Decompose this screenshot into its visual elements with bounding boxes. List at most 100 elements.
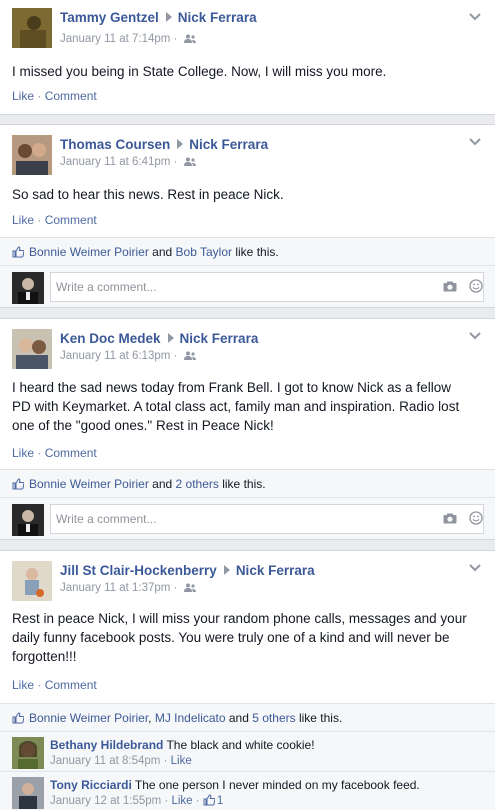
meta-separator: · (170, 582, 181, 594)
viewer-avatar (12, 272, 44, 304)
likes-summary: Bonnie Weimer Poirier and Bob Taylor lik… (0, 237, 495, 265)
author-avatar[interactable] (12, 8, 52, 48)
meta-separator: · (170, 33, 181, 45)
comment-item: Bethany Hildebrand The black and white c… (0, 731, 495, 771)
thumbs-up-icon (203, 794, 215, 806)
post-timestamp[interactable]: January 11 at 6:13pm (60, 350, 170, 362)
liker-name[interactable]: Bonnie Weimer Poirier (29, 245, 149, 259)
comment-meta-separator: · (161, 795, 172, 807)
comment-like-link[interactable]: Like (171, 795, 192, 807)
comment-link[interactable]: Comment (45, 678, 97, 692)
target-name[interactable]: Nick Ferrara (178, 10, 257, 25)
like-link[interactable]: Like (12, 446, 34, 460)
comment-link[interactable]: Comment (45, 446, 97, 460)
friends-audience-icon[interactable] (183, 34, 196, 43)
author-avatar[interactable] (12, 561, 52, 601)
comment-text: The one person I never minded on my face… (131, 778, 420, 792)
chevron-down-icon[interactable] (469, 332, 481, 340)
post-text-line: PD with Keymarket. A total class act, fa… (12, 399, 460, 414)
post-text: I missed you being in State College. Now… (12, 64, 387, 79)
post-text-line: I heard the sad news today from Frank Be… (12, 380, 451, 395)
friends-audience-icon[interactable] (183, 351, 196, 360)
commenter-avatar[interactable] (12, 737, 44, 769)
commenter-avatar[interactable] (12, 777, 44, 809)
post-card: Tammy Gentzel Nick Ferrara January 11 at … (0, 0, 495, 115)
action-separator: · (34, 446, 45, 460)
likes-conjunction: and (148, 245, 176, 259)
thumbs-up-icon (12, 712, 24, 724)
chevron-down-icon[interactable] (469, 564, 481, 572)
author-avatar[interactable] (12, 329, 52, 369)
target-name[interactable]: Nick Ferrara (189, 137, 268, 152)
comment-input[interactable]: Write a comment... (50, 504, 484, 534)
post-text: I heard the sad news today from Frank Be… (12, 378, 487, 435)
comment-meta-separator: · (160, 755, 171, 767)
post-card: Ken Doc Medek Nick Ferrara January 11 at … (0, 318, 495, 540)
like-link[interactable]: Like (12, 89, 34, 103)
arrow-right-icon (177, 139, 184, 149)
thumbs-up-icon (12, 246, 24, 258)
chevron-down-icon[interactable] (469, 13, 481, 21)
comment-timestamp[interactable]: January 11 at 8:54pm (50, 755, 160, 767)
like-link[interactable]: Like (12, 213, 34, 227)
post-card: Jill St Clair-Hockenberry Nick Ferrara Ja… (0, 550, 495, 810)
like-link[interactable]: Like (12, 678, 34, 692)
likes-suffix: like this. (295, 711, 343, 725)
action-separator: · (34, 89, 45, 103)
post-timestamp[interactable]: January 11 at 7:14pm (60, 33, 170, 45)
friends-audience-icon[interactable] (183, 583, 196, 592)
likes-suffix: like this. (232, 245, 279, 259)
arrow-right-icon (167, 333, 174, 343)
liker-name[interactable]: Bob Taylor (176, 245, 232, 259)
comment-link[interactable]: Comment (45, 89, 97, 103)
post-text-line: daily funny facebook posts. You were tru… (12, 630, 450, 645)
commenter-name[interactable]: Bethany Hildebrand (50, 738, 163, 752)
comment-text: The black and white cookie! (163, 738, 315, 752)
likes-others-link[interactable]: 5 others (252, 711, 295, 725)
comment-input[interactable]: Write a comment... (50, 272, 484, 302)
comment-composer: Write a comment... (0, 497, 495, 539)
author-name[interactable]: Jill St Clair-Hockenberry (60, 563, 217, 578)
post-timestamp[interactable]: January 11 at 6:41pm (60, 156, 170, 168)
comment-meta-separator: · (192, 795, 203, 807)
post-text: So sad to hear this news. Rest in peace … (12, 187, 284, 202)
likes-summary: Bonnie Weimer Poirier, MJ Indelicato and… (0, 703, 495, 731)
likes-comma: , (148, 711, 155, 725)
target-name[interactable]: Nick Ferrara (180, 331, 259, 346)
action-separator: · (34, 213, 45, 227)
emoji-icon[interactable] (469, 279, 483, 293)
author-name[interactable]: Thomas Coursen (60, 137, 170, 152)
author-name[interactable]: Ken Doc Medek (60, 331, 161, 346)
commenter-name[interactable]: Tony Ricciardi (50, 778, 132, 792)
chevron-down-icon[interactable] (469, 138, 481, 146)
likes-others-link[interactable]: 2 others (176, 477, 219, 491)
thumbs-up-icon (12, 478, 24, 490)
post-text-line: Rest in peace Nick, I will miss your ran… (12, 611, 467, 626)
arrow-right-icon (223, 565, 230, 575)
likes-suffix: like this. (218, 477, 266, 491)
liker-name[interactable]: Bonnie Weimer Poirier (29, 477, 149, 491)
liker-name[interactable]: Bonnie Weimer Poirier (29, 711, 148, 725)
target-name[interactable]: Nick Ferrara (236, 563, 315, 578)
liker-name[interactable]: MJ Indelicato (155, 711, 226, 725)
action-separator: · (34, 678, 45, 692)
post-text-line: forgotten!!! (12, 649, 77, 664)
likes-summary: Bonnie Weimer Poirier and 2 others like … (0, 469, 495, 497)
friends-audience-icon[interactable] (183, 157, 196, 166)
author-avatar[interactable] (12, 135, 52, 175)
comment-composer: Write a comment... (0, 265, 495, 307)
likes-conjunction: and (225, 711, 253, 725)
comment-timestamp[interactable]: January 12 at 1:55pm (50, 795, 161, 807)
comment-like-count[interactable]: 1 (217, 795, 223, 807)
comment-link[interactable]: Comment (45, 213, 97, 227)
comment-item: Tony Ricciardi The one person I never mi… (0, 771, 495, 810)
emoji-icon[interactable] (469, 511, 483, 525)
arrow-right-icon (165, 12, 172, 22)
meta-separator: · (170, 350, 181, 362)
post-card: Thomas Coursen Nick Ferrara January 11 at… (0, 124, 495, 308)
comment-like-link[interactable]: Like (171, 755, 192, 767)
camera-icon[interactable] (443, 513, 457, 524)
camera-icon[interactable] (443, 281, 457, 292)
post-timestamp[interactable]: January 11 at 1:37pm (60, 582, 170, 594)
author-name[interactable]: Tammy Gentzel (60, 10, 159, 25)
